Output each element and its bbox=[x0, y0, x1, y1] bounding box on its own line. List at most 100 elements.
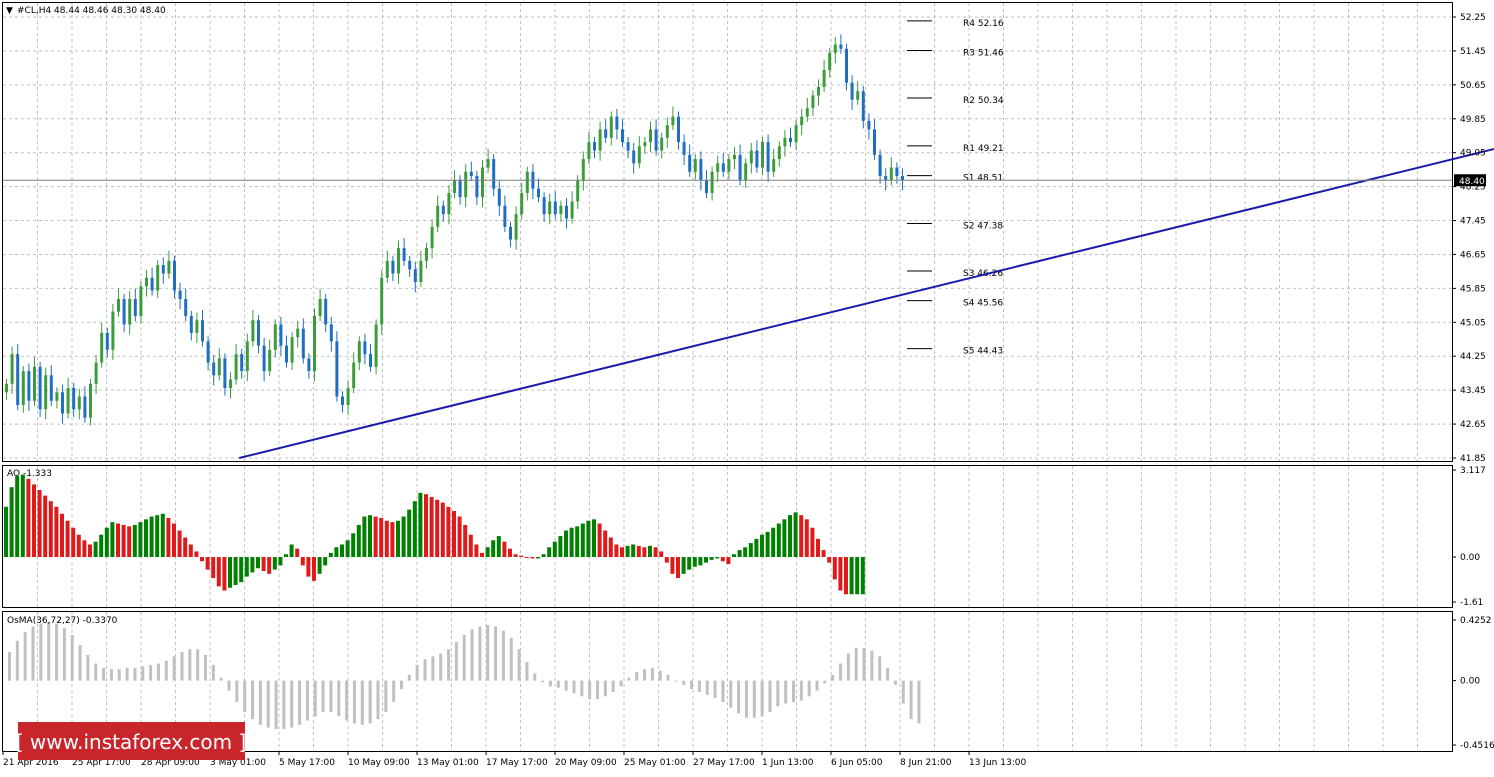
candle-bull bbox=[268, 349, 272, 372]
ao-bar bbox=[54, 506, 59, 558]
osma-bar bbox=[658, 670, 662, 681]
price-tick-label: 46.65 bbox=[1460, 250, 1486, 260]
ao-bar bbox=[743, 547, 748, 558]
ao-bar bbox=[844, 557, 848, 595]
time-tick-label: 1 Jun 13:00 bbox=[762, 758, 814, 768]
candle-bull bbox=[817, 86, 820, 96]
ao-bar bbox=[698, 557, 703, 566]
candle-bear bbox=[492, 159, 496, 189]
candle-bull bbox=[419, 260, 423, 283]
time-tick-label: 17 May 17:00 bbox=[486, 758, 548, 768]
osma-bar bbox=[384, 680, 388, 712]
candle-bull bbox=[447, 192, 451, 215]
ao-bar bbox=[608, 537, 613, 558]
ao-bar bbox=[429, 497, 434, 558]
ao-bar bbox=[855, 557, 860, 595]
ao-bar bbox=[569, 527, 574, 558]
candle-bull bbox=[772, 159, 776, 172]
ao-tick-label: 3.117 bbox=[1460, 466, 1486, 476]
ao-bar bbox=[76, 534, 81, 558]
candle-bear bbox=[206, 341, 210, 363]
osma-bar bbox=[204, 654, 207, 681]
osma-bar bbox=[431, 656, 435, 681]
osma-bar bbox=[909, 680, 913, 720]
osma-bar bbox=[564, 680, 568, 691]
ao-bar bbox=[239, 557, 244, 583]
ao-bar bbox=[771, 527, 776, 558]
osma-bar bbox=[447, 649, 451, 681]
ao-bar bbox=[256, 557, 260, 569]
candle-bull bbox=[665, 125, 669, 138]
ao-bar bbox=[138, 522, 143, 558]
candle-bull bbox=[464, 171, 468, 198]
ao-bar bbox=[491, 540, 496, 558]
osma-bar bbox=[525, 662, 529, 681]
price-tick-label: 52.25 bbox=[1460, 13, 1486, 23]
osma-bar bbox=[721, 680, 725, 703]
osma-bar bbox=[415, 664, 419, 681]
symbol-info: #CL,H4 48.44 48.46 48.30 48.40 bbox=[17, 6, 166, 16]
ao-bar bbox=[715, 557, 720, 559]
candle-bear bbox=[632, 150, 636, 164]
ao-bar bbox=[748, 543, 753, 558]
candle-bull bbox=[234, 354, 238, 380]
candle-bull bbox=[251, 320, 255, 342]
candle-bear bbox=[688, 154, 692, 172]
candle-bear bbox=[604, 129, 608, 138]
candle-bear bbox=[402, 248, 406, 261]
osma-bar bbox=[666, 674, 670, 681]
ao-bar bbox=[418, 492, 423, 558]
candle-bear bbox=[537, 188, 540, 198]
ao-bar bbox=[760, 534, 764, 558]
ao-bar bbox=[295, 548, 300, 558]
candle-bear bbox=[150, 277, 154, 291]
ao-bar bbox=[754, 538, 759, 558]
candle-bear bbox=[307, 358, 311, 372]
ao-bar bbox=[244, 557, 249, 577]
ao-bar bbox=[659, 551, 664, 558]
candle-bull bbox=[525, 171, 529, 193]
candle-bull bbox=[273, 324, 277, 350]
osma-bar bbox=[752, 680, 756, 718]
candle-bear bbox=[408, 260, 412, 270]
ao-bar bbox=[15, 476, 20, 558]
candle-bull bbox=[55, 392, 59, 401]
osma-bar bbox=[619, 680, 623, 687]
pivot-label-r1: R1 49.21 bbox=[963, 144, 1004, 154]
candle-bull bbox=[744, 163, 748, 181]
mt4-chart-window[interactable]: R4 52.16 R3 51.46 R2 50.34 R1 49.21 S1 48.51… bbox=[0, 0, 1494, 773]
ao-bar bbox=[810, 527, 815, 558]
chart-canvas[interactable]: R4 52.16 R3 51.46 R2 50.34 R1 49.21 S1 48.51… bbox=[0, 0, 1494, 773]
candle-bear bbox=[839, 44, 843, 49]
osma-bar bbox=[109, 669, 113, 681]
ao-bar bbox=[177, 530, 182, 558]
ao-bar bbox=[121, 524, 126, 558]
candle-bear bbox=[497, 188, 501, 206]
ao-bar bbox=[289, 544, 294, 558]
candle-bear bbox=[161, 265, 165, 274]
osma-bar bbox=[164, 660, 168, 681]
candle-bull bbox=[21, 371, 25, 405]
osma-bar bbox=[274, 680, 278, 730]
chevron-down-icon[interactable]: ▼ bbox=[6, 6, 13, 16]
time-tick-label: 5 May 17:00 bbox=[279, 758, 335, 768]
candle-bear bbox=[133, 298, 137, 316]
candle-bear bbox=[509, 226, 512, 240]
candle-bear bbox=[49, 375, 53, 401]
osma-bar bbox=[196, 649, 200, 681]
candle-bear bbox=[285, 345, 288, 363]
time-tick-label: 13 Jun 13:00 bbox=[969, 758, 1026, 768]
candle-bull bbox=[576, 180, 580, 202]
ao-bar bbox=[435, 499, 440, 558]
ao-bar bbox=[222, 557, 227, 591]
osma-bar bbox=[682, 680, 686, 685]
candle-bear bbox=[721, 163, 725, 172]
candle-bear bbox=[38, 366, 42, 410]
osma-bar bbox=[313, 680, 317, 717]
ao-bar bbox=[788, 515, 792, 558]
ao-bar bbox=[704, 557, 708, 563]
osma-bar bbox=[156, 663, 160, 681]
osma-bar bbox=[807, 680, 811, 697]
price-tick-label: 45.05 bbox=[1460, 318, 1486, 328]
ao-bar bbox=[860, 557, 865, 595]
